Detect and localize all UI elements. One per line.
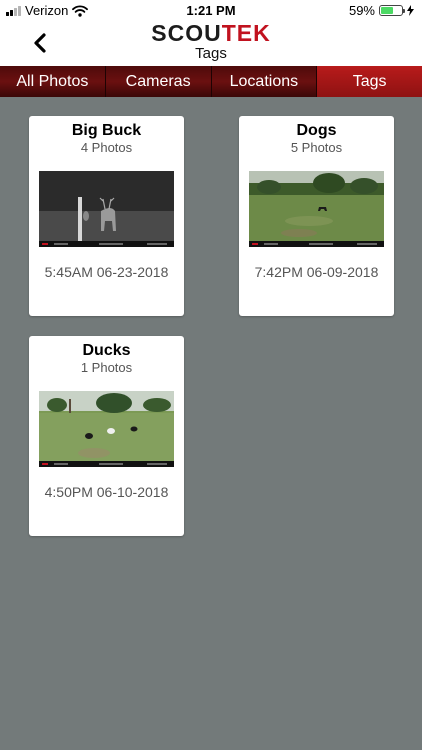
tab-bar: All Photos Cameras Locations Tags	[0, 66, 422, 97]
photo-timestamp: 5:45AM 06-23-2018	[44, 264, 169, 280]
photo-timestamp: 4:50PM 06-10-2018	[44, 484, 169, 500]
daylight-field-ducks-photo	[39, 391, 174, 467]
tag-card-big-buck[interactable]: Big Buck 4 Photos 5:45AM 06-23-2018	[29, 116, 184, 316]
status-bar: Verizon 1:21 PM 59%	[0, 0, 422, 20]
tag-name: Dogs	[296, 122, 337, 139]
status-right: 59%	[349, 3, 414, 18]
battery-percent: 59%	[348, 3, 375, 18]
scoutek-logo: SCOUTEK	[151, 20, 271, 46]
tag-card-dogs[interactable]: Dogs 5 Photos 7:42PM 06-09-2018	[239, 116, 394, 316]
tab-all-photos[interactable]: All Photos	[0, 66, 106, 97]
night-infrared-deer-photo	[39, 171, 174, 247]
photo-count: 5 Photos	[290, 140, 343, 155]
photo-timestamp: 7:42PM 06-09-2018	[254, 264, 379, 280]
page-title: Tags	[195, 45, 227, 62]
tab-locations[interactable]: Locations	[212, 66, 318, 97]
tag-card-ducks[interactable]: Ducks 1 Photos 4:50PM 06-10-2018	[29, 336, 184, 536]
tab-cameras[interactable]: Cameras	[106, 66, 212, 97]
navigation-bar: SCOUTEK Tags	[0, 20, 422, 66]
tag-name: Ducks	[82, 342, 131, 359]
daylight-field-dog-photo	[249, 171, 384, 247]
photo-count: 1 Photos	[80, 360, 133, 375]
photo-count: 4 Photos	[80, 140, 133, 155]
tag-name: Big Buck	[71, 122, 142, 139]
charging-bolt-icon	[407, 5, 414, 16]
battery-icon	[379, 5, 405, 16]
tab-tags[interactable]: Tags	[317, 66, 422, 97]
